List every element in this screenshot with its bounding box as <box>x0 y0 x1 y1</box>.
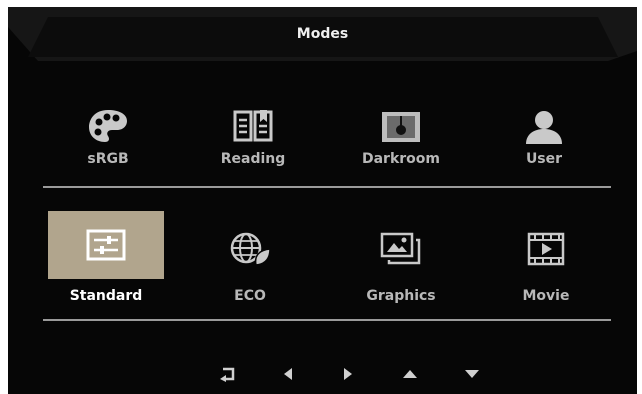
graphics-icon <box>343 231 459 267</box>
down-arrow-icon[interactable] <box>459 361 485 387</box>
mode-eco[interactable]: ECO <box>192 211 308 309</box>
divider <box>43 186 611 188</box>
eco-globe-icon <box>192 231 308 267</box>
mode-label: sRGB <box>87 151 129 167</box>
mode-label: Darkroom <box>361 151 440 167</box>
book-icon <box>195 107 311 147</box>
mode-graphics[interactable]: Graphics <box>343 211 459 309</box>
up-arrow-icon[interactable] <box>397 361 423 387</box>
osd-panel: Modes sRGB Reading Darkroom User Standar… <box>8 7 637 394</box>
mode-srgb[interactable]: sRGB <box>50 99 166 197</box>
mode-label: Movie <box>522 288 570 304</box>
divider <box>43 319 611 321</box>
palette-icon <box>50 107 166 147</box>
darkroom-icon <box>343 107 459 147</box>
mode-label: User <box>525 151 563 167</box>
mode-label: Standard <box>69 288 143 304</box>
header-bar: Modes <box>8 7 637 61</box>
mode-label: Reading <box>220 151 286 167</box>
right-arrow-icon[interactable] <box>335 361 361 387</box>
user-icon <box>486 107 602 147</box>
mode-standard[interactable]: Standard <box>48 211 164 309</box>
page-title: Modes <box>296 26 349 42</box>
back-icon[interactable] <box>215 361 241 387</box>
mode-user[interactable]: User <box>486 99 602 197</box>
film-icon <box>488 231 604 267</box>
mode-reading[interactable]: Reading <box>195 99 311 197</box>
mode-movie[interactable]: Movie <box>488 211 604 309</box>
mode-label: ECO <box>234 288 266 304</box>
sliders-icon <box>48 229 164 261</box>
mode-label: Graphics <box>366 288 436 304</box>
left-arrow-icon[interactable] <box>275 361 301 387</box>
mode-darkroom[interactable]: Darkroom <box>343 99 459 197</box>
